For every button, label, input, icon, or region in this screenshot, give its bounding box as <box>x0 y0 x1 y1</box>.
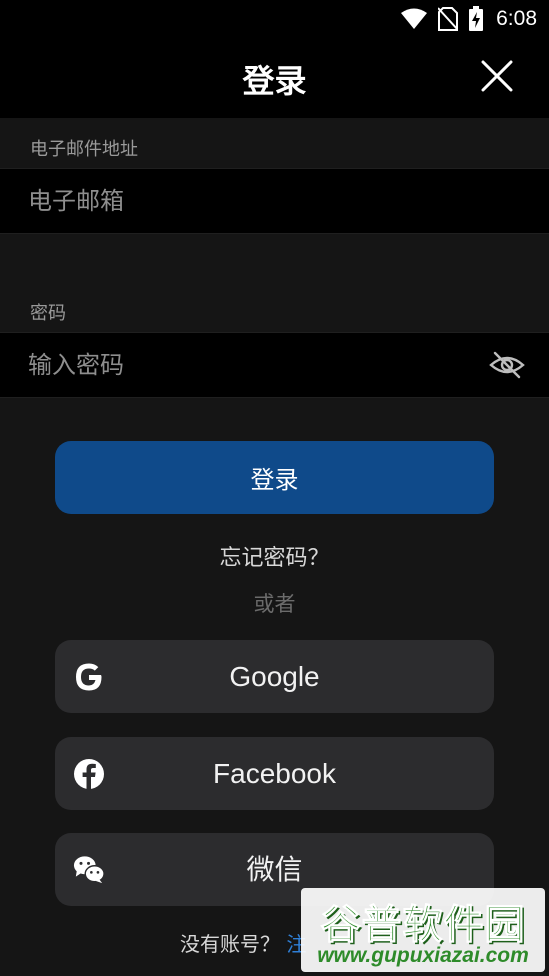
header: 登录 <box>0 38 549 118</box>
no-sim-icon <box>438 7 459 31</box>
google-label: Google <box>229 661 320 692</box>
facebook-login-button[interactable]: Facebook <box>55 737 494 810</box>
facebook-label: Facebook <box>213 758 336 789</box>
forgot-password-link[interactable]: 忘记密码？ <box>0 540 549 572</box>
google-login-button[interactable]: Google <box>55 640 494 713</box>
battery-charging-icon <box>469 6 484 31</box>
login-button-label: 登录 <box>250 466 299 494</box>
page-title: 登录 <box>242 62 307 100</box>
login-screen: 6:08 登录 电子邮件地址 密码 登录 忘记密码？ 或者 Google <box>0 0 549 976</box>
signup-prompt: 没有账号？ <box>180 932 280 956</box>
status-bar: 6:08 <box>0 0 549 38</box>
email-field-row <box>0 168 549 234</box>
wifi-icon <box>401 8 428 29</box>
eye-off-icon[interactable] <box>489 350 525 380</box>
email-label: 电子邮件地址 <box>30 139 138 160</box>
status-icons: 6:08 <box>400 5 537 33</box>
login-button[interactable]: 登录 <box>55 441 494 514</box>
email-field[interactable] <box>28 169 468 233</box>
password-field[interactable] <box>28 333 468 397</box>
watermark: 谷普软件园 www.gupuxiazai.com <box>301 888 545 972</box>
watermark-url: www.gupuxiazai.com <box>317 944 529 967</box>
or-divider: 或者 <box>253 592 296 616</box>
signup-row: 没有账号？ 注 <box>180 928 306 957</box>
watermark-title: 谷普软件园 <box>320 902 526 949</box>
close-icon[interactable] <box>479 58 515 94</box>
status-time: 6:08 <box>496 7 537 30</box>
password-field-row <box>0 332 549 398</box>
password-label: 密码 <box>30 303 66 324</box>
